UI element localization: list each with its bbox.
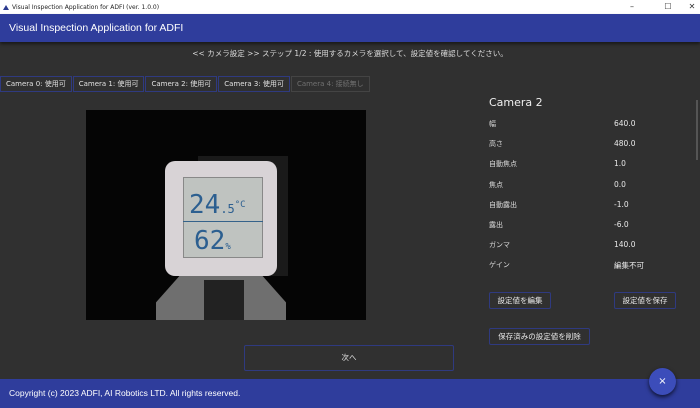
tab-camera-2[interactable]: Camera 2: 使用可	[145, 76, 218, 92]
delete-saved-settings-button[interactable]: 保存済みの設定値を削除	[489, 328, 590, 345]
setting-label: 幅	[489, 120, 496, 128]
app-bar-title: Visual Inspection Application for ADFI	[0, 14, 700, 42]
next-button[interactable]: 次へ	[244, 345, 454, 371]
setting-value: 編集不可	[614, 261, 644, 271]
camera-preview: 24.5°C 62%	[86, 110, 366, 320]
preview-humidity-unit: %	[225, 242, 231, 252]
window-titlebar: Visual Inspection Application for ADFI (…	[0, 0, 700, 14]
setting-label: ガンマ	[489, 241, 510, 250]
window-close-button[interactable]: ✕	[682, 0, 700, 14]
setting-label: 自動焦点	[489, 160, 517, 169]
tab-camera-3[interactable]: Camera 3: 使用可	[218, 76, 290, 92]
tab-camera-0[interactable]: Camera 0: 使用可	[0, 76, 72, 92]
preview-temperature-decimal: .5	[220, 202, 235, 216]
camera-tabs: Camera 0: 使用可 Camera 1: 使用可 Camera 2: 使用…	[0, 76, 371, 92]
setting-value: -6.0	[614, 220, 629, 229]
setting-value: 140.0	[614, 240, 636, 250]
window-title: Visual Inspection Application for ADFI (…	[12, 3, 160, 11]
setting-label: 自動露出	[489, 200, 517, 209]
setting-value: 480.0	[614, 139, 636, 149]
save-settings-button[interactable]: 設定値を保存	[614, 292, 676, 309]
footer-copyright: Copyright (c) 2023 ADFI, AI Robotics LTD…	[0, 379, 700, 408]
minimize-button[interactable]: –	[622, 0, 642, 14]
preview-humidity: 62	[194, 226, 226, 256]
maximize-button[interactable]: ☐	[658, 0, 678, 14]
tab-camera-4: Camera 4: 接続無し	[290, 76, 370, 92]
camera-settings-title: Camera 2	[489, 96, 543, 109]
setting-label: 露出	[489, 221, 503, 229]
close-fab-button[interactable]: ×	[649, 368, 676, 395]
setting-label: ゲイン	[489, 261, 510, 270]
setting-value: 640.0	[614, 119, 636, 128]
tab-camera-1[interactable]: Camera 1: 使用可	[72, 76, 145, 92]
scrollbar[interactable]	[696, 100, 698, 160]
setting-label: 焦点	[489, 180, 503, 189]
preview-temperature-unit: °C	[234, 200, 246, 210]
preview-temperature: 24	[189, 190, 221, 220]
setting-value: -1.0	[614, 199, 629, 209]
step-instruction: << カメラ設定 >> ステップ 1/2 : 使用するカメラを選択して、設定値を…	[192, 49, 508, 58]
app-logo-icon	[3, 4, 9, 10]
edit-settings-button[interactable]: 設定値を編集	[489, 292, 551, 309]
setting-value: 1.0	[614, 159, 626, 169]
setting-label: 高さ	[489, 140, 503, 149]
setting-value: 0.0	[614, 179, 626, 189]
close-icon: ×	[658, 376, 667, 387]
